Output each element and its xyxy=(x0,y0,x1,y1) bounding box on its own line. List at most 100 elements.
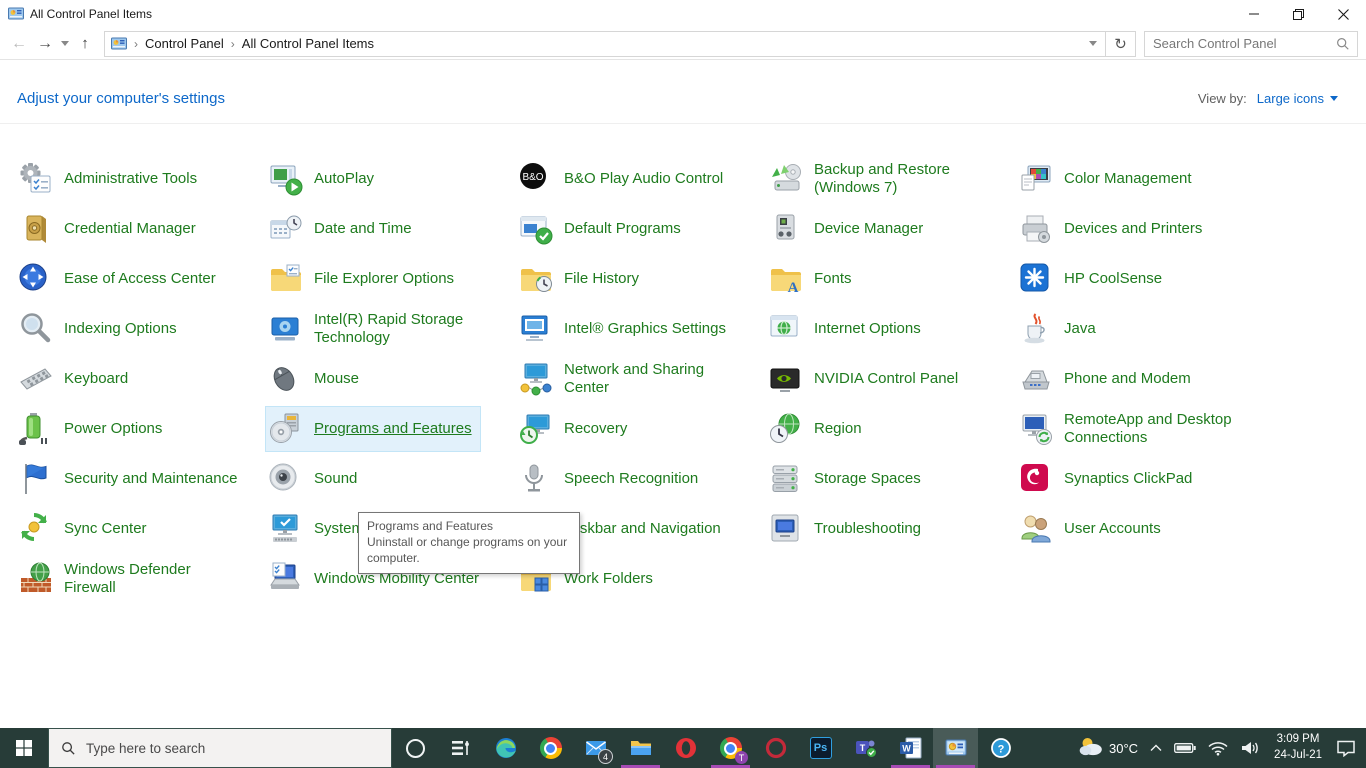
show-hidden-icons-button[interactable] xyxy=(1144,728,1168,768)
control-panel-item-intel-r-rapid-storage-technology[interactable]: Intel(R) Rapid Storage Technology xyxy=(266,307,500,351)
taskbar-app-chrome[interactable] xyxy=(528,728,573,768)
breadcrumb-all-items[interactable]: All Control Panel Items xyxy=(242,36,374,51)
titlebar: All Control Panel Items xyxy=(0,0,1366,28)
control-panel-item-hp-coolsense[interactable]: HP CoolSense xyxy=(1016,257,1170,301)
synaptics-icon xyxy=(1018,461,1054,497)
taskbar-app-chrome-profile[interactable]: T xyxy=(708,728,753,768)
address-bar[interactable]: › Control Panel › All Control Panel Item… xyxy=(104,30,1106,57)
taskbar-app-photoshop[interactable]: Ps xyxy=(798,728,843,768)
region-icon xyxy=(768,411,804,447)
control-panel-item-file-history[interactable]: File History xyxy=(516,257,647,301)
taskbar-app-edge[interactable] xyxy=(483,728,528,768)
power-options-icon xyxy=(18,411,54,447)
action-center-button[interactable] xyxy=(1330,728,1362,768)
opera-icon xyxy=(674,736,698,760)
item-label: RemoteApp and Desktop Connections xyxy=(1064,410,1232,446)
control-panel-item-ease-of-access-center[interactable]: Ease of Access Center xyxy=(16,257,224,301)
intel-rst-icon xyxy=(268,311,304,347)
control-panel-item-administrative-tools[interactable]: Administrative Tools xyxy=(16,157,205,201)
cortana-button[interactable] xyxy=(392,728,438,768)
back-button[interactable]: ← xyxy=(6,31,32,57)
indexing-options-icon xyxy=(18,311,54,347)
start-button[interactable] xyxy=(0,728,48,768)
control-panel-search[interactable] xyxy=(1144,30,1358,57)
taskbar-app-file-explorer[interactable] xyxy=(618,728,663,768)
task-view-icon xyxy=(451,741,469,755)
taskbar-search[interactable] xyxy=(48,728,392,768)
control-panel-item-remoteapp-and-desktop-connections[interactable]: RemoteApp and Desktop Connections xyxy=(1016,407,1250,451)
close-button[interactable] xyxy=(1321,0,1366,28)
recent-pages-dropdown[interactable] xyxy=(58,41,72,46)
item-label: Intel(R) Rapid Storage Technology xyxy=(314,310,464,346)
control-panel-item-keyboard[interactable]: Keyboard xyxy=(16,357,136,401)
taskbar-app-control-panel[interactable] xyxy=(933,728,978,768)
item-label: Color Management xyxy=(1064,169,1192,187)
control-panel-item-speech-recognition[interactable]: Speech Recognition xyxy=(516,457,706,501)
control-panel-item-recovery[interactable]: Recovery xyxy=(516,407,635,451)
refresh-button[interactable]: ↻ xyxy=(1106,30,1136,57)
item-label: Programs and Features xyxy=(314,419,472,437)
minimize-button[interactable] xyxy=(1231,0,1276,28)
date: 24-Jul-21 xyxy=(1274,749,1322,761)
address-history-dropdown[interactable] xyxy=(1081,32,1105,56)
control-panel-grid: Administrative Tools AutoPlay B&O B&O Play … xyxy=(16,154,1266,604)
control-panel-item-storage-spaces[interactable]: Storage Spaces xyxy=(766,457,929,501)
view-by-dropdown[interactable]: Large icons xyxy=(1257,91,1338,106)
control-panel-item-system[interactable]: System xyxy=(266,507,372,551)
taskbar-app-word[interactable]: W xyxy=(888,728,933,768)
control-panel-item-synaptics-clickpad[interactable]: Synaptics ClickPad xyxy=(1016,457,1200,501)
control-panel-item-indexing-options[interactable]: Indexing Options xyxy=(16,307,185,351)
control-panel-item-network-and-sharing-center[interactable]: Network and Sharing Center xyxy=(516,357,750,401)
weather-widget[interactable]: 30°C xyxy=(1072,728,1144,768)
control-panel-item-power-options[interactable]: Power Options xyxy=(16,407,170,451)
control-panel-item-b-o-play-audio-control[interactable]: B&O B&O Play Audio Control xyxy=(516,157,731,201)
control-panel-item-user-accounts[interactable]: User Accounts xyxy=(1016,507,1169,551)
sound-icon xyxy=(268,461,304,497)
chevron-down-icon xyxy=(1330,96,1338,101)
control-panel-item-backup-and-restore-windows-7[interactable]: Backup and Restore (Windows 7) xyxy=(766,157,1000,201)
control-panel-item-autoplay[interactable]: AutoPlay xyxy=(266,157,382,201)
control-panel-item-device-manager[interactable]: Device Manager xyxy=(766,207,931,251)
control-panel-item-file-explorer-options[interactable]: File Explorer Options xyxy=(266,257,462,301)
control-panel-item-credential-manager[interactable]: Credential Manager xyxy=(16,207,204,251)
forward-button[interactable]: → xyxy=(32,31,58,57)
item-label: Internet Options xyxy=(814,319,921,337)
file-history-icon xyxy=(518,261,554,297)
fonts-icon: A xyxy=(768,261,804,297)
control-panel-item-internet-options[interactable]: Internet Options xyxy=(766,307,929,351)
control-panel-item-programs-and-features[interactable]: Programs and Features xyxy=(265,406,481,452)
taskbar-app-opera-gx[interactable] xyxy=(753,728,798,768)
control-panel-item-color-management[interactable]: Color Management xyxy=(1016,157,1200,201)
wifi-indicator[interactable] xyxy=(1202,728,1234,768)
clock[interactable]: 3:09 PM 24-Jul-21 xyxy=(1266,732,1330,763)
control-panel-item-security-and-maintenance[interactable]: Security and Maintenance xyxy=(16,457,245,501)
taskbar-app-mail[interactable]: 4 xyxy=(573,728,618,768)
taskbar-app-get-help[interactable]: ? xyxy=(978,728,1023,768)
control-panel-item-sync-center[interactable]: Sync Center xyxy=(16,507,155,551)
control-panel-item-phone-and-modem[interactable]: Phone and Modem xyxy=(1016,357,1199,401)
control-panel-item-nvidia-control-panel[interactable]: NVIDIA Control Panel xyxy=(766,357,966,401)
up-button[interactable]: ↑ xyxy=(72,31,98,57)
control-panel-item-intel-graphics-settings[interactable]: Intel® Graphics Settings xyxy=(516,307,734,351)
taskbar-app-opera[interactable] xyxy=(663,728,708,768)
control-panel-item-default-programs[interactable]: Default Programs xyxy=(516,207,689,251)
search-input[interactable] xyxy=(1145,36,1336,51)
battery-indicator[interactable] xyxy=(1168,728,1202,768)
control-panel-item-java[interactable]: Java xyxy=(1016,307,1104,351)
control-panel-item-date-and-time[interactable]: Date and Time xyxy=(266,207,420,251)
defender-firewall-icon xyxy=(18,561,54,597)
control-panel-item-sound[interactable]: Sound xyxy=(266,457,365,501)
breadcrumb-control-panel[interactable]: Control Panel xyxy=(145,36,224,51)
volume-indicator[interactable] xyxy=(1234,728,1266,768)
taskbar-app-teams[interactable]: T xyxy=(843,728,888,768)
control-panel-item-mouse[interactable]: Mouse xyxy=(266,357,367,401)
task-view-button[interactable] xyxy=(438,728,483,768)
control-panel-item-fonts[interactable]: A Fonts xyxy=(766,257,860,301)
taskbar-search-input[interactable] xyxy=(84,739,391,757)
item-label: Storage Spaces xyxy=(814,469,921,487)
restore-button[interactable] xyxy=(1276,0,1321,28)
control-panel-item-troubleshooting[interactable]: Troubleshooting xyxy=(766,507,929,551)
control-panel-item-windows-defender-firewall[interactable]: Windows Defender Firewall xyxy=(16,557,250,601)
control-panel-item-region[interactable]: Region xyxy=(766,407,870,451)
control-panel-item-devices-and-printers[interactable]: Devices and Printers xyxy=(1016,207,1210,251)
